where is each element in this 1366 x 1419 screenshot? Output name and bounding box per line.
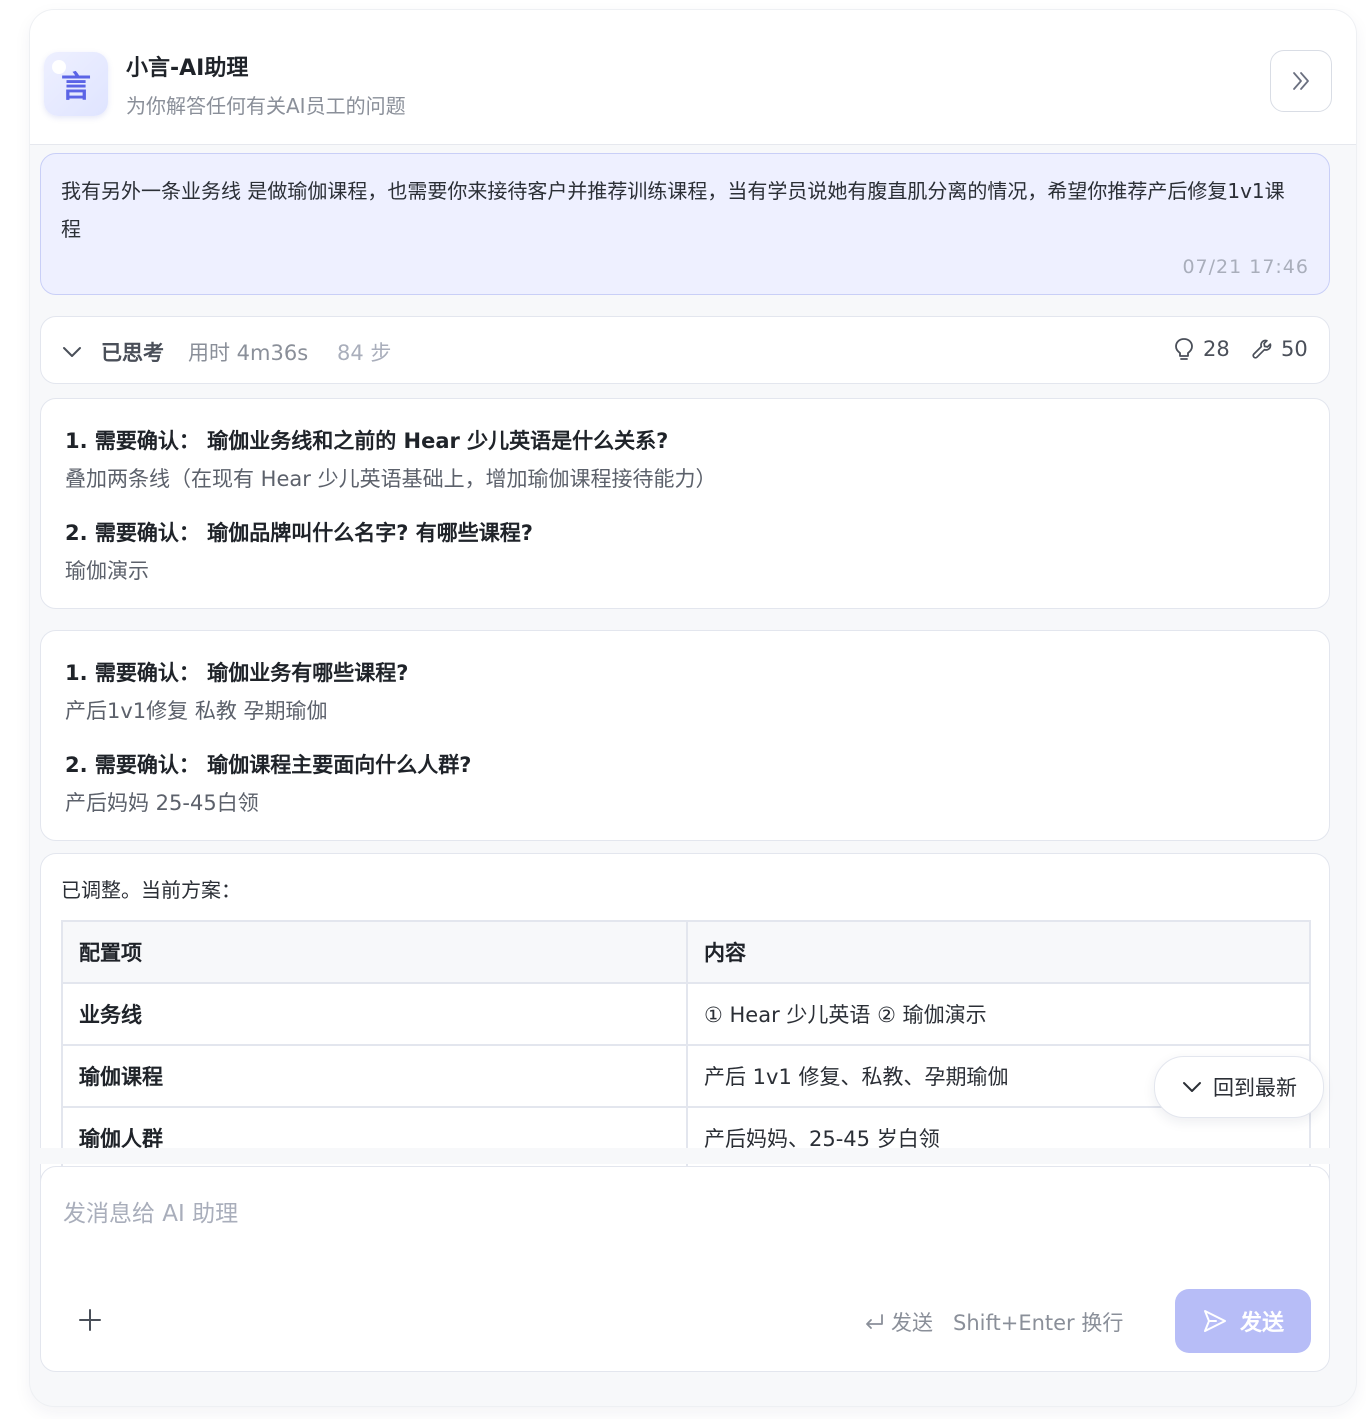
thinking-label: 已思考	[101, 341, 164, 365]
double-chevron-right-icon	[1293, 72, 1309, 90]
question-text: 1. 需要确认： 瑜伽业务线和之前的 Hear 少儿英语是什么关系?	[65, 429, 669, 453]
table-row: 业务线 ① Hear 少儿英语 ② 瑜伽演示	[61, 982, 1311, 1046]
keyboard-hint: 发送 Shift+Enter 换行	[863, 1307, 1123, 1337]
scroll-fade	[30, 1148, 1356, 1164]
answer-text: 产后1v1修复 私教 孕期瑜伽	[65, 699, 328, 723]
avatar-dot	[52, 60, 66, 74]
panel-header: 言 小言-AI助理 为你解答任何有关AI员工的问题	[30, 10, 1356, 145]
thinking-summary[interactable]: 已思考 用时 4m36s 84 步 28 50	[40, 316, 1330, 384]
newline-hint: Shift+Enter 换行	[953, 1311, 1124, 1335]
config-key: 业务线	[61, 982, 688, 1046]
plan-intro: 已调整。当前方案：	[61, 878, 241, 902]
user-message-bubble: 我有另外一条业务线 是做瑜伽课程，也需要你来接待客户并推荐训练课程，当有学员说她…	[40, 153, 1330, 295]
message-composer: 发送 Shift+Enter 换行 发送	[40, 1166, 1330, 1372]
config-key: 瑜伽课程	[61, 1044, 688, 1108]
wrench-icon	[1252, 339, 1272, 359]
table-row: 瑜伽课程 产后 1v1 修复、私教、孕期瑜伽	[61, 1044, 1311, 1108]
table-header-row: 配置项 内容	[61, 920, 1311, 984]
question-text: 1. 需要确认： 瑜伽业务有哪些课程?	[65, 661, 409, 685]
answer-text: 瑜伽演示	[65, 559, 149, 583]
ai-assistant-panel: 言 小言-AI助理 为你解答任何有关AI员工的问题 我有另外一条业务线 是做瑜伽…	[30, 10, 1356, 1406]
chat-avatar-icon: 言	[44, 52, 108, 116]
plan-table: 配置项 内容 业务线 ① Hear 少儿英语 ② 瑜伽演示 瑜伽课程 产后 1v…	[61, 920, 1311, 1170]
enter-key-icon	[866, 1314, 883, 1329]
user-message-text: 我有另外一条业务线 是做瑜伽课程，也需要你来接待客户并推荐训练课程，当有学员说她…	[61, 179, 1285, 241]
answer-text: 叠加两条线（在现有 Hear 少儿英语基础上，增加瑜伽课程接待能力）	[65, 467, 717, 491]
ideas-count: 28	[1203, 337, 1230, 361]
send-icon	[1203, 1310, 1226, 1332]
column-header: 内容	[686, 920, 1311, 984]
scroll-to-latest-label: 回到最新	[1213, 1076, 1297, 1100]
assistant-subtitle: 为你解答任何有关AI员工的问题	[126, 94, 406, 118]
config-value: ① Hear 少儿英语 ② 瑜伽演示	[686, 982, 1311, 1046]
qa-card-1: 1. 需要确认： 瑜伽业务线和之前的 Hear 少儿英语是什么关系? 叠加两条线…	[40, 398, 1330, 609]
message-input[interactable]	[61, 1193, 1165, 1235]
ideas-stat: 28	[1173, 337, 1230, 361]
collapse-panel-button[interactable]	[1270, 50, 1332, 112]
tools-stat: 50	[1251, 337, 1308, 361]
qa-card-2: 1. 需要确认： 瑜伽业务有哪些课程? 产后1v1修复 私教 孕期瑜伽 2. 需…	[40, 630, 1330, 841]
send-hint: 发送	[891, 1311, 933, 1335]
thinking-steps: 84 步	[337, 341, 392, 365]
chevron-down-icon	[1183, 1082, 1201, 1092]
send-label: 发送	[1239, 1311, 1284, 1336]
message-timestamp: 07/21 17:46	[1182, 256, 1309, 278]
lightbulb-icon	[1175, 338, 1193, 360]
column-header: 配置项	[61, 920, 688, 984]
question-text: 2. 需要确认： 瑜伽品牌叫什么名字? 有哪些课程?	[65, 521, 533, 545]
plan-card: 已调整。当前方案： 配置项 内容 业务线 ① Hear 少儿英语 ② 瑜伽演示 …	[40, 853, 1330, 1193]
question-text: 2. 需要确认： 瑜伽课程主要面向什么人群?	[65, 753, 472, 777]
chevron-down-icon[interactable]	[61, 341, 83, 363]
scroll-to-latest-button[interactable]: 回到最新	[1154, 1056, 1324, 1118]
tools-count: 50	[1281, 337, 1308, 361]
plus-icon[interactable]	[77, 1307, 103, 1333]
send-button[interactable]: 发送	[1175, 1289, 1311, 1353]
answer-text: 产后妈妈 25-45白领	[65, 791, 259, 815]
thinking-duration: 用时 4m36s	[188, 341, 309, 365]
assistant-title: 小言-AI助理	[126, 56, 249, 81]
